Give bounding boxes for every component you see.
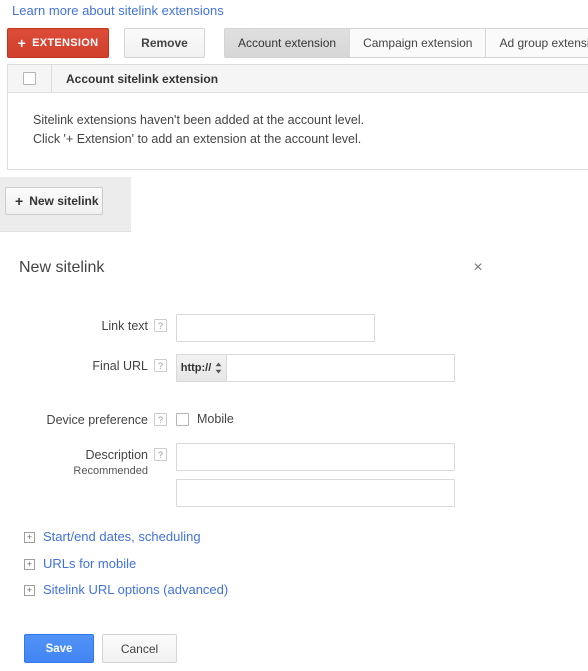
extensions-table: Account sitelink extension Sitelink exte…: [7, 64, 588, 170]
close-icon[interactable]: ×: [468, 258, 488, 278]
expander-sitelink-url-options-label: Sitelink URL options (advanced): [43, 582, 229, 597]
description-label: Description Recommended: [0, 443, 148, 478]
add-extension-button[interactable]: + EXTENSION: [7, 28, 109, 58]
device-preference-help-icon[interactable]: ?: [154, 413, 167, 426]
empty-state-line-1: Sitelink extensions haven't been added a…: [33, 113, 365, 127]
tab-campaign-extension[interactable]: Campaign extension: [350, 29, 487, 57]
plus-box-icon: +: [24, 584, 35, 596]
sitelink-subpanel: + New sitelink: [0, 177, 131, 232]
final-url-control: http://: [176, 354, 455, 382]
chevron-updown-icon: [215, 362, 222, 374]
empty-state-line-2: Click '+ Extension' to add an extension …: [33, 132, 362, 146]
add-extension-button-label: EXTENSION: [32, 37, 99, 49]
device-preference-label: Device preference: [46, 413, 148, 427]
description-help-icon[interactable]: ?: [154, 448, 167, 461]
description-line-1-input[interactable]: [176, 443, 455, 471]
final-url-input[interactable]: [226, 354, 455, 382]
tab-ad-group-extension[interactable]: Ad group extension: [486, 29, 588, 57]
cancel-button-label: Cancel: [120, 641, 159, 656]
link-text-label: Link text: [101, 319, 148, 333]
mobile-preference-checkbox[interactable]: [176, 412, 189, 426]
link-text-help-icon[interactable]: ?: [154, 319, 167, 332]
device-preference-row: Device preference ? Mobile: [0, 408, 588, 429]
device-preference-control: Mobile: [176, 408, 234, 426]
expander-urls-for-mobile-label: URLs for mobile: [43, 556, 137, 571]
table-header-checkbox-cell: [8, 64, 52, 93]
cancel-button[interactable]: Cancel: [102, 634, 177, 663]
link-text-input[interactable]: [176, 314, 375, 342]
final-url-help-icon[interactable]: ?: [154, 359, 167, 372]
expander-urls-for-mobile[interactable]: + URLs for mobile: [24, 556, 136, 572]
final-url-label: Final URL: [92, 359, 148, 373]
plus-box-icon: +: [24, 558, 35, 570]
new-sitelink-button[interactable]: + New sitelink: [5, 187, 103, 215]
learn-more-link[interactable]: Learn more about sitelink extensions: [12, 2, 224, 20]
save-button[interactable]: Save: [24, 634, 94, 663]
description-label-text: Description: [85, 448, 148, 462]
url-scheme-select[interactable]: http://: [176, 354, 226, 382]
mobile-preference-label: Mobile: [197, 412, 234, 426]
description-row: Description Recommended ?: [0, 443, 588, 507]
toolbar: + EXTENSION Remove Account extension Cam…: [0, 28, 588, 62]
new-sitelink-button-label: New sitelink: [29, 194, 99, 208]
plus-box-icon: +: [24, 531, 35, 543]
remove-button[interactable]: Remove: [124, 28, 205, 58]
link-text-row: Link text ?: [0, 314, 588, 342]
new-sitelink-form: New sitelink × Link text ? Final URL ? h…: [0, 240, 588, 671]
link-text-control: [176, 314, 375, 342]
table-empty-state: Sitelink extensions haven't been added a…: [8, 93, 588, 169]
expander-start-end-dates[interactable]: + Start/end dates, scheduling: [24, 529, 201, 545]
select-all-checkbox[interactable]: [23, 72, 36, 85]
plus-icon: +: [15, 193, 24, 209]
plus-icon: +: [17, 35, 27, 51]
url-scheme-value: http://: [180, 362, 212, 374]
table-header-row: Account sitelink extension: [8, 64, 588, 93]
description-recommended-note: Recommended: [73, 465, 148, 477]
expander-start-end-dates-label: Start/end dates, scheduling: [43, 529, 201, 544]
description-line-2-input[interactable]: [176, 479, 455, 507]
form-title: New sitelink: [19, 259, 105, 276]
extension-level-tabs: Account extension Campaign extension Ad …: [224, 28, 588, 58]
table-header-title: Account sitelink extension: [66, 71, 219, 86]
save-button-label: Save: [45, 642, 73, 655]
expander-sitelink-url-options[interactable]: + Sitelink URL options (advanced): [24, 582, 228, 598]
remove-button-label: Remove: [141, 36, 188, 50]
tab-account-extension[interactable]: Account extension: [225, 29, 351, 57]
description-control: [176, 443, 455, 507]
final-url-row: Final URL ? http://: [0, 354, 588, 382]
